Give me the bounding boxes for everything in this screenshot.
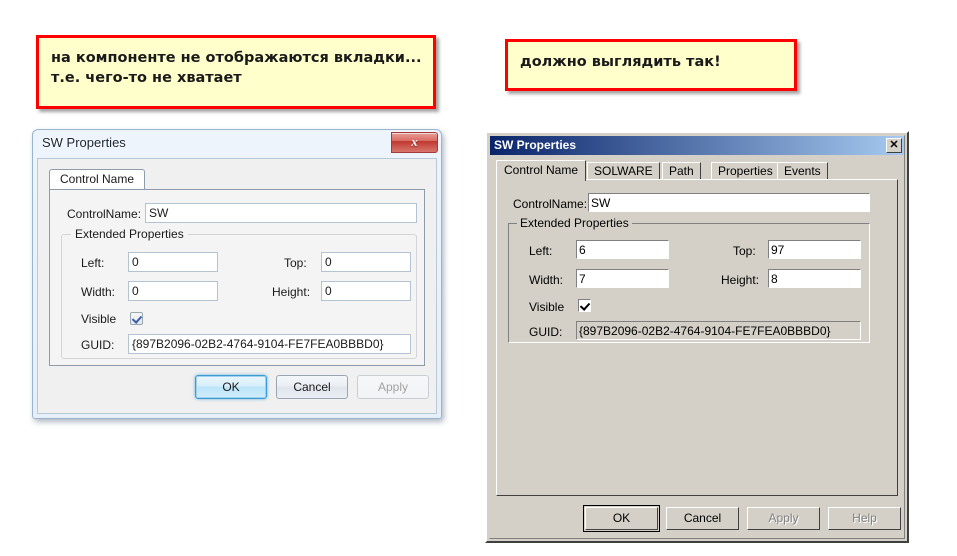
callout-note-problem-line2: т.е. чего-то не хватает xyxy=(51,70,242,86)
control-name-input[interactable]: SW xyxy=(145,203,417,223)
left-label: Left: xyxy=(529,244,553,258)
control-name-input[interactable]: SW xyxy=(588,193,870,212)
close-icon[interactable]: ✕ xyxy=(886,138,902,153)
extended-properties-group: Extended Properties Left: 6 Top: 97 Widt… xyxy=(508,216,870,343)
dialog-body-broken: Control Name ControlName: SW Extended Pr… xyxy=(37,158,437,414)
top-input[interactable]: 0 xyxy=(321,252,411,272)
height-label: Height: xyxy=(272,285,311,299)
apply-button: Apply xyxy=(747,507,820,530)
left-input[interactable]: 0 xyxy=(128,252,218,272)
tabstrip-expected: Control Name SOLWARE Path Properties Eve… xyxy=(496,160,898,181)
callout-note-expected: должно выглядить так! xyxy=(505,39,797,91)
width-label: Width: xyxy=(81,285,116,299)
close-icon[interactable]: x xyxy=(391,132,438,153)
extended-properties-legend: Extended Properties xyxy=(71,227,188,241)
tab-control-name[interactable]: Control Name xyxy=(496,160,587,181)
height-label: Height: xyxy=(721,273,760,287)
extended-properties-group: Extended Properties Left: 0 Top: 0 Width… xyxy=(61,227,417,359)
left-input[interactable]: 6 xyxy=(576,240,669,259)
guid-label: GUID: xyxy=(529,325,563,339)
left-label: Left: xyxy=(81,256,105,270)
width-label: Width: xyxy=(529,273,564,287)
tabpage-control-name-broken: ControlName: SW Extended Properties Left… xyxy=(49,189,425,366)
dialog-title-expected: SW Properties xyxy=(494,138,577,152)
callout-note-problem-line1: на компоненте не отображаются вкладки... xyxy=(51,50,422,66)
tab-control-name[interactable]: Control Name xyxy=(49,169,146,190)
tabpage-control-name-expected: ControlName: SW Extended Properties Left… xyxy=(496,179,898,496)
tab-events[interactable]: Events xyxy=(777,162,828,180)
visible-label: Visible xyxy=(529,300,565,314)
cancel-button[interactable]: Cancel xyxy=(666,507,739,530)
top-label: Top: xyxy=(733,244,756,258)
cancel-button[interactable]: Cancel xyxy=(276,375,348,399)
close-icon-glyph: x xyxy=(411,134,418,149)
top-label: Top: xyxy=(284,256,307,270)
callout-note-problem: на компоненте не отображаются вкладки...… xyxy=(36,35,436,109)
tab-path[interactable]: Path xyxy=(662,162,701,180)
guid-input[interactable]: {897B2096-02B2-4764-9104-FE7FEA0BBBD0} xyxy=(128,334,411,354)
control-name-label: ControlName: xyxy=(67,207,142,221)
dialog-sw-properties-broken: SW Properties x Control Name ControlName… xyxy=(32,129,442,419)
titlebar-expected[interactable]: SW Properties ✕ xyxy=(490,136,904,155)
dialog-title-broken: SW Properties xyxy=(42,135,126,150)
visible-checkbox[interactable] xyxy=(130,312,143,325)
ok-button[interactable]: OK xyxy=(583,505,660,532)
apply-button: Apply xyxy=(357,375,429,399)
dialog-sw-properties-expected: SW Properties ✕ Control Name SOLWARE Pat… xyxy=(485,131,909,543)
titlebar-broken[interactable]: SW Properties x xyxy=(33,130,441,158)
tab-properties[interactable]: Properties xyxy=(711,162,780,180)
height-input[interactable]: 8 xyxy=(768,269,861,288)
visible-label: Visible xyxy=(81,312,117,326)
tab-solware[interactable]: SOLWARE xyxy=(587,162,660,180)
help-button: Help xyxy=(828,507,901,530)
visible-checkbox[interactable] xyxy=(578,299,591,312)
guid-label: GUID: xyxy=(81,338,115,352)
close-icon-glyph: ✕ xyxy=(889,139,899,151)
width-input[interactable]: 0 xyxy=(128,281,218,301)
ok-button[interactable]: OK xyxy=(195,375,267,399)
guid-input[interactable]: {897B2096-02B2-4764-9104-FE7FEA0BBBD0} xyxy=(576,321,861,340)
callout-note-expected-line1: должно выглядить так! xyxy=(520,54,721,70)
height-input[interactable]: 0 xyxy=(321,281,411,301)
top-input[interactable]: 97 xyxy=(768,240,861,259)
tabstrip-broken: Control Name xyxy=(49,169,425,190)
width-input[interactable]: 7 xyxy=(576,269,669,288)
extended-properties-legend: Extended Properties xyxy=(517,216,632,230)
control-name-label: ControlName: xyxy=(513,197,588,211)
